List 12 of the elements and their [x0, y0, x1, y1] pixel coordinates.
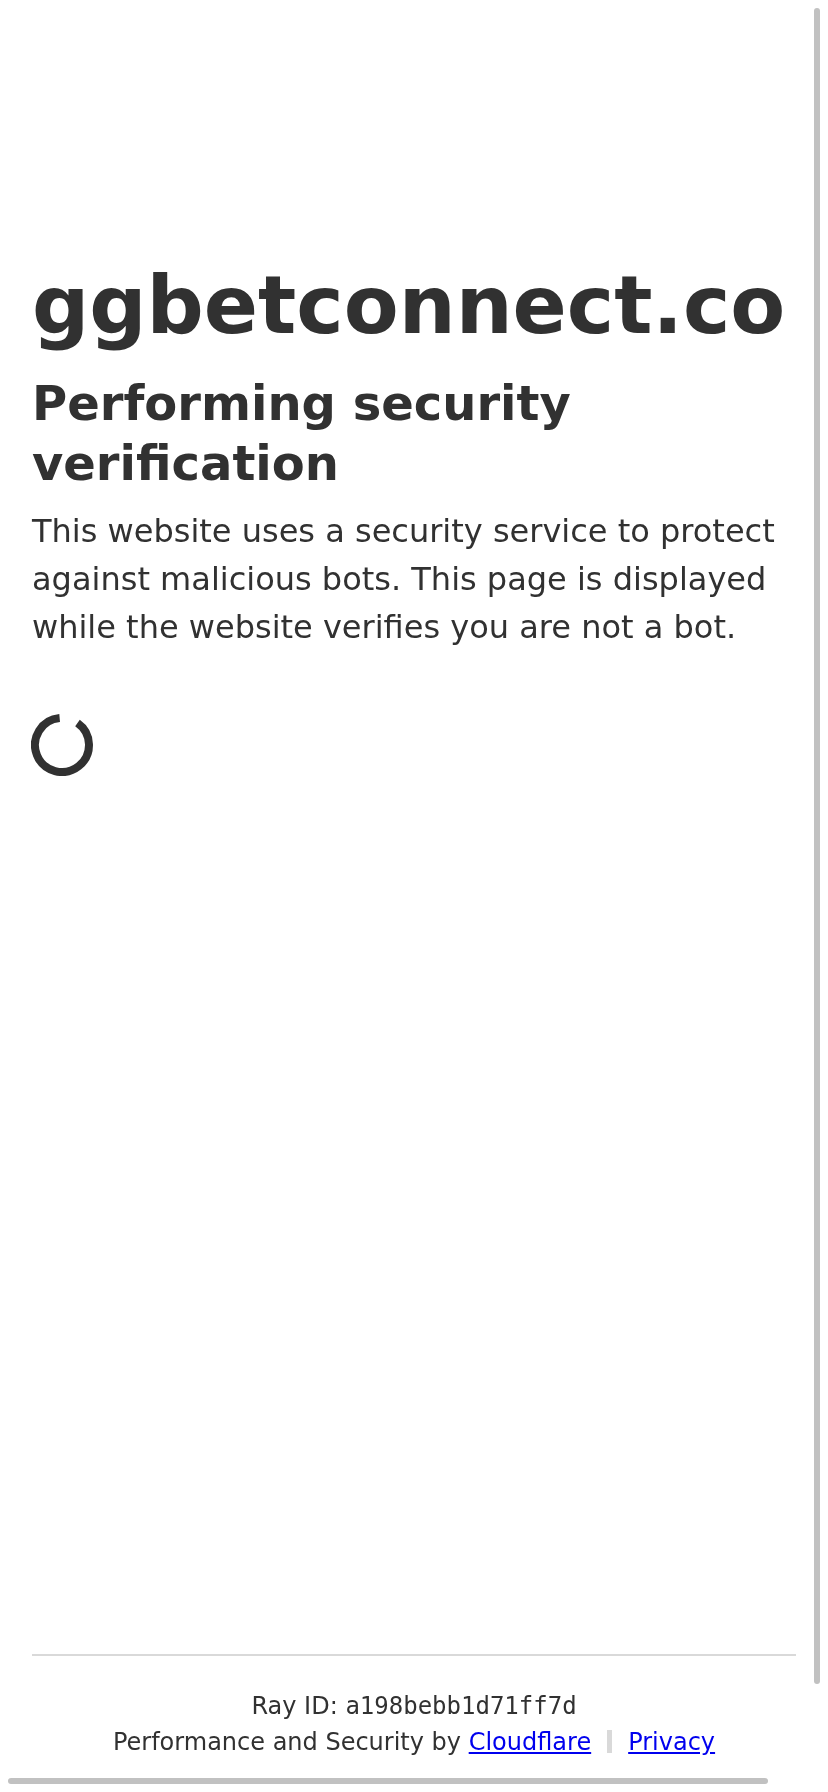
- vertical-scrollbar[interactable]: [814, 8, 820, 1684]
- link-separator: [607, 1730, 613, 1753]
- horizontal-scrollbar[interactable]: [8, 1778, 768, 1784]
- footer-link[interactable]: Privacy: [628, 1728, 716, 1756]
- ray-id-value: a198bebb1d71ff7d: [345, 1692, 577, 1720]
- page-title: Performing security verification: [32, 374, 572, 493]
- ray-id-label: Ray ID:: [251, 1692, 338, 1720]
- footer-link[interactable]: Cloudflare: [468, 1728, 592, 1756]
- spinner-icon: [31, 714, 93, 776]
- domain-heading: ggbetconnect.co: [32, 258, 786, 354]
- credit-text: Performance and Security by: [112, 1728, 462, 1756]
- description-text: This website uses a security service to protect against malicious bots. This page is displayed while the website verifies you are not a bot.: [32, 511, 776, 648]
